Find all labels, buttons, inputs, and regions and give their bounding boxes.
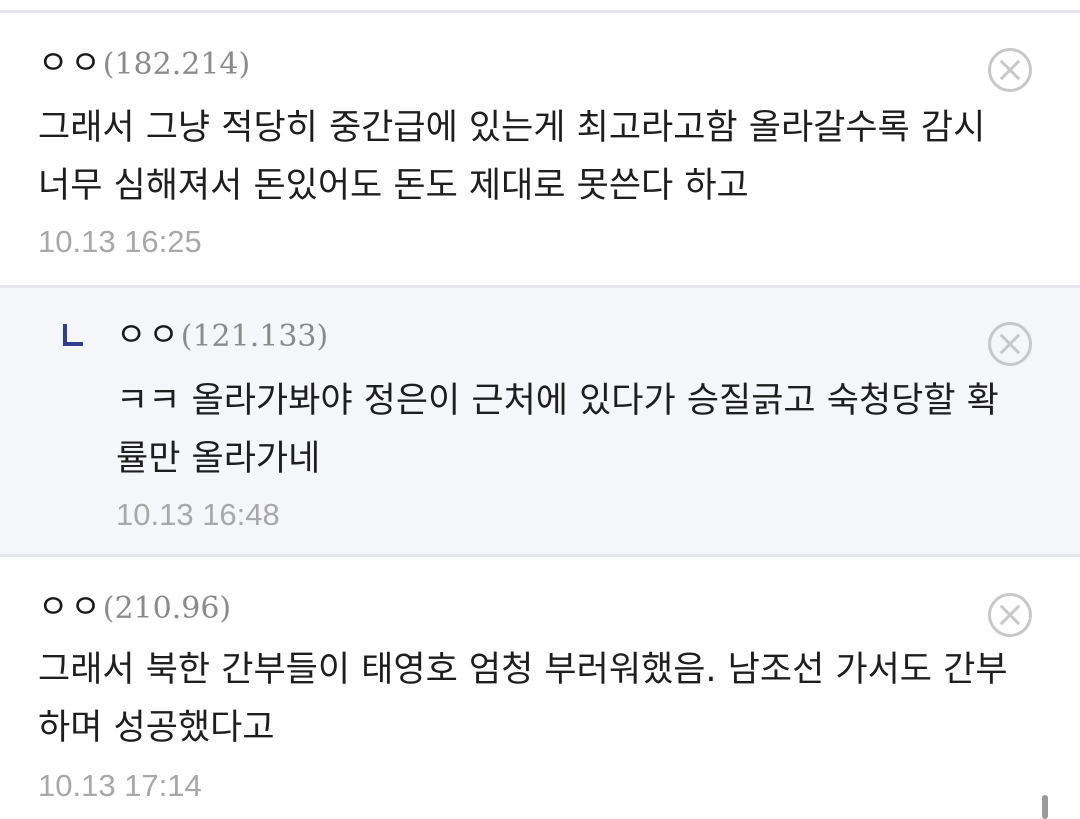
comment-timestamp: 10.13 16:25 [38,224,202,259]
reply-arrow-icon [63,324,83,346]
author-ip: (182.214) [102,47,251,82]
delete-comment-button close-circle-icon[interactable] [988,593,1032,637]
comment-line: 그래서 그냥 적당히 중간급에 있는게 최고라고함 올라갈수록 감시 [38,108,986,148]
comment-author: ㅇㅇ(210.96) [38,587,231,629]
author-ip: (210.96) [102,591,232,626]
comment-list: ㅇㅇ(182.214) 그래서 그냥 적당히 중간급에 있는게 최고라고함 올라… [0,0,1080,819]
comment-item: ㅇㅇ(182.214) 그래서 그냥 적당히 중간급에 있는게 최고라고함 올라… [0,13,1080,285]
author-ip: (121.133) [180,319,329,354]
author-nickname[interactable]: ㅇㅇ [116,315,181,354]
comment-line: 그래서 북한 간부들이 태영호 엄청 부러워했음. 남조선 가서도 간부 [38,650,1008,690]
comment-line: 너무 심해져서 돈있어도 돈도 제대로 못쓴다 하고 [38,166,749,206]
author-nickname[interactable]: ㅇㅇ [38,43,103,82]
scrollbar[interactable] [1042,795,1048,819]
comment-item: ㅇㅇ(210.96) 그래서 북한 간부들이 태영호 엄청 부러워했음. 남조선… [0,557,1080,819]
author-nickname[interactable]: ㅇㅇ [38,587,103,626]
comment-body: 그래서 북한 간부들이 태영호 엄청 부러워했음. 남조선 가서도 간부 하며 … [38,641,1038,757]
comment-body: ㅋㅋ 올라가봐야 정은이 근처에 있다가 승질긁고 숙청당할 확 률만 올라가네 [116,372,1056,488]
comment-line: 하며 성공했다고 [38,708,275,748]
comment-line: ㅋㅋ 올라가봐야 정은이 근처에 있다가 승질긁고 숙청당할 확 [116,381,999,421]
delete-comment-button close-circle-icon[interactable] [988,322,1032,366]
comment-timestamp: 10.13 17:14 [38,768,202,803]
comment-body: 그래서 그냥 적당히 중간급에 있는게 최고라고함 올라갈수록 감시 너무 심해… [38,99,1038,215]
comment-line: 률만 올라가네 [116,439,321,479]
comment-author: ㅇㅇ(121.133) [116,315,328,357]
comment-author: ㅇㅇ(182.214) [38,43,250,85]
delete-comment-button close-circle-icon[interactable] [988,48,1032,92]
reply-item: ㅇㅇ(121.133) ㅋㅋ 올라가봐야 정은이 근처에 있다가 승질긁고 숙청… [0,285,1080,557]
comment-timestamp: 10.13 16:48 [116,497,280,532]
